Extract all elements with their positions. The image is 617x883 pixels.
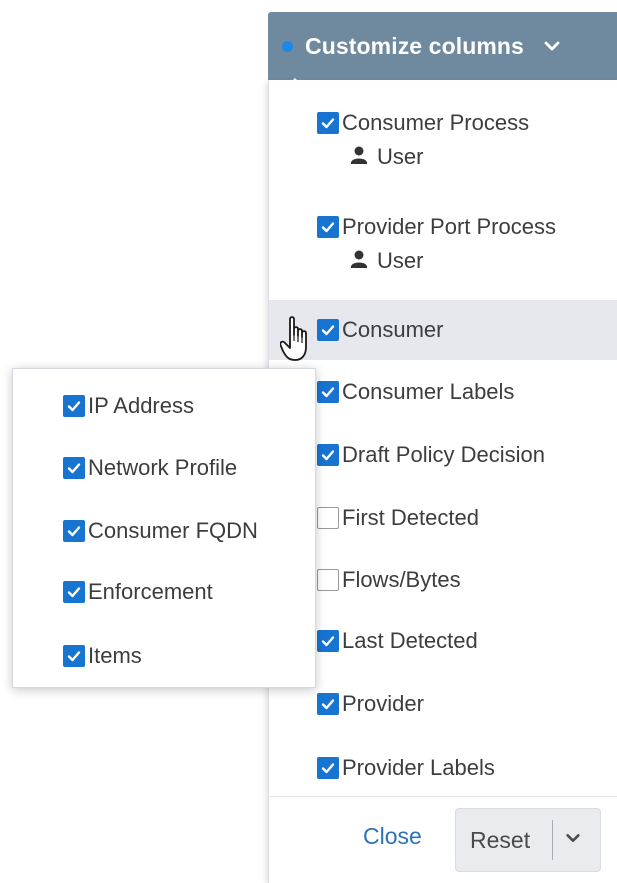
checkbox-provider-labels[interactable] — [317, 757, 339, 779]
column-item-provider[interactable]: Provider — [269, 687, 617, 721]
checkbox-last-detected[interactable] — [317, 630, 339, 652]
column-item-flows-bytes[interactable]: Flows/Bytes — [269, 563, 617, 597]
column-label: Consumer Process — [342, 110, 530, 135]
checkbox-ip-address[interactable] — [63, 395, 85, 417]
column-label: Flows/Bytes — [342, 567, 461, 592]
chevron-down-icon — [542, 36, 562, 56]
footer-divider — [269, 796, 617, 797]
reset-menu-toggle[interactable] — [553, 808, 593, 872]
submenu-label: Network Profile — [88, 455, 238, 480]
checkbox-provider-port-process[interactable] — [317, 216, 339, 238]
submenu-item-items[interactable]: Items — [63, 639, 142, 673]
checkbox-network-profile[interactable] — [63, 457, 85, 479]
submenu-label: Items — [88, 643, 142, 668]
column-label: Provider Labels — [342, 755, 495, 780]
hand-pointer-cursor-icon — [280, 316, 307, 361]
checkbox-provider[interactable] — [317, 693, 339, 715]
column-label: Provider — [342, 691, 424, 716]
submenu-item-network-profile[interactable]: Network Profile — [63, 451, 237, 485]
checkbox-first-detected[interactable] — [317, 507, 339, 529]
process-user-label: User — [377, 144, 424, 169]
column-label: Last Detected — [342, 628, 478, 653]
consumer-submenu-panel: IP Address Network Profile Consumer FQDN… — [12, 368, 316, 688]
checkbox-items[interactable] — [63, 645, 85, 667]
customize-columns-button[interactable]: Customize columns — [268, 12, 617, 80]
column-label: Consumer Labels — [342, 379, 515, 404]
user-icon — [349, 145, 369, 170]
submenu-item-consumer-fqdn[interactable]: Consumer FQDN — [63, 514, 258, 548]
reset-button[interactable]: Reset — [456, 827, 552, 854]
chevron-down-icon — [564, 829, 582, 852]
status-dot — [282, 40, 293, 52]
checkbox-consumer-process[interactable] — [317, 112, 339, 134]
column-label: First Detected — [342, 505, 479, 530]
column-list-panel: Consumer Process User Provider Port Proc… — [268, 80, 617, 883]
column-item-consumer[interactable]: Consumer — [269, 300, 617, 360]
column-item-provider-port-process[interactable]: Provider Port Process User — [269, 210, 617, 278]
checkbox-consumer-labels[interactable] — [317, 381, 339, 403]
reset-split-button: Reset — [455, 808, 601, 872]
column-label: Draft Policy Decision — [342, 442, 545, 467]
submenu-label: Consumer FQDN — [88, 518, 258, 543]
column-label: Provider Port Process — [342, 214, 556, 239]
customize-columns-label: Customize columns — [305, 32, 524, 59]
column-item-consumer-labels[interactable]: Consumer Labels — [269, 375, 617, 409]
process-user-label: User — [377, 248, 424, 273]
user-icon — [349, 249, 369, 274]
submenu-label: Enforcement — [88, 579, 213, 604]
column-item-consumer-process[interactable]: Consumer Process User — [269, 106, 617, 174]
submenu-item-ip-address[interactable]: IP Address — [63, 389, 194, 423]
column-item-draft-policy-decision[interactable]: Draft Policy Decision — [269, 438, 617, 472]
checkbox-draft-policy-decision[interactable] — [317, 444, 339, 466]
column-item-first-detected[interactable]: First Detected — [269, 501, 617, 535]
column-item-provider-labels[interactable]: Provider Labels — [269, 751, 617, 785]
checkbox-consumer-fqdn[interactable] — [63, 520, 85, 542]
checkbox-enforcement[interactable] — [63, 581, 85, 603]
column-label: Consumer — [342, 317, 444, 342]
close-button[interactable]: Close — [363, 823, 422, 850]
checkbox-consumer[interactable] — [317, 319, 339, 341]
column-item-last-detected[interactable]: Last Detected — [269, 624, 617, 658]
checkbox-flows-bytes[interactable] — [317, 569, 339, 591]
submenu-label: IP Address — [88, 393, 194, 418]
submenu-item-enforcement[interactable]: Enforcement — [63, 575, 213, 609]
